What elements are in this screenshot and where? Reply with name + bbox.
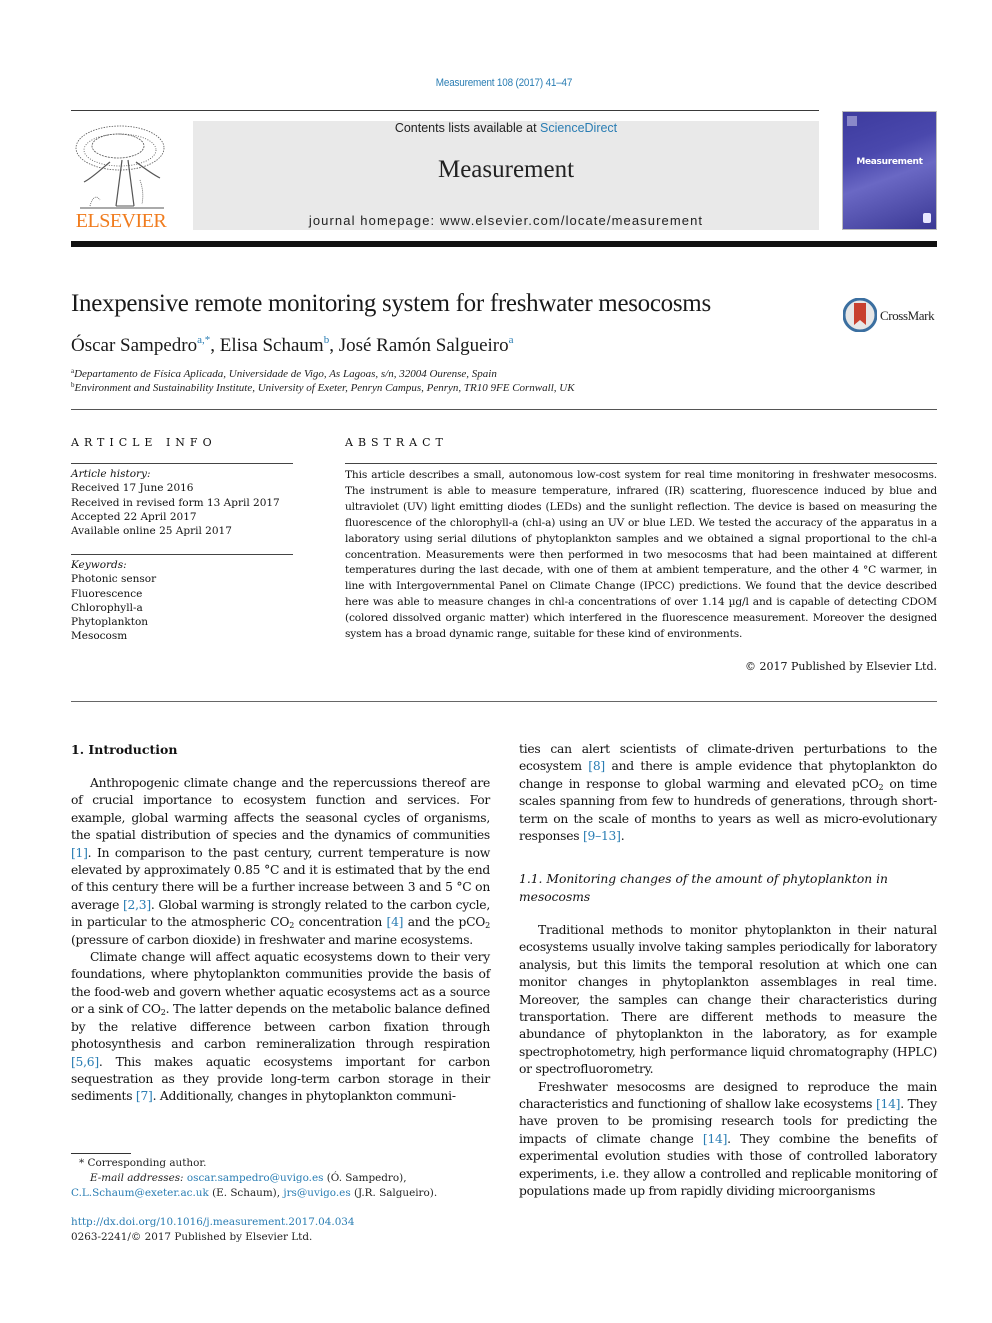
reference-link[interactable]: [8] [588,759,605,773]
author-affiliation-mark[interactable]: a [509,334,514,346]
history-item: Accepted 22 April 2017 [71,510,197,523]
email-link[interactable]: C.L.Schaum@exeter.ac.uk [71,1187,209,1199]
contents-prefix: Contents lists available at [394,121,541,135]
text: Freshwater mesocosms are designed to rep… [519,1079,937,1112]
journal-homepage[interactable]: journal homepage: www.elsevier.com/locat… [193,213,819,228]
doi-link[interactable]: http://dx.doi.org/10.1016/j.measurement.… [71,1215,490,1230]
reference-link[interactable]: [7] [136,1089,153,1103]
abstract-heading: ABSTRACT [345,436,448,449]
text: Anthropogenic climate change and the rep… [71,776,490,843]
section-rule [71,409,937,410]
email-link[interactable]: jrs@uvigo.es [283,1187,350,1199]
history-item: Received 17 June 2016 [71,482,194,495]
email-owner: (J.R. Salgueiro). [350,1187,438,1199]
contents-line: Contents lists available at ScienceDirec… [193,121,819,135]
header-thick-rule [71,241,937,247]
article-info-heading: ARTICLE INFO [71,436,217,449]
email-link[interactable]: oscar.sampedro@uvigo.es [187,1172,324,1184]
keywords: Keywords: Photonic sensor Fluorescence C… [71,558,156,644]
paragraph: Freshwater mesocosms are designed to rep… [519,1079,937,1201]
body-column-left: Anthropogenic climate change and the rep… [71,775,490,1106]
author-name[interactable]: Elisa Schaum [220,335,324,356]
cover-badge-icon [923,213,931,223]
history-item: Available online 25 April 2017 [71,525,232,538]
body-rule [71,701,937,702]
article-title: Inexpensive remote monitoring system for… [71,290,711,317]
affiliation-a: aDepartamento de Física Aplicada, Univer… [71,367,497,380]
footnote-rule [71,1153,131,1154]
history-item: Received in revised form 13 April 2017 [71,496,280,509]
journal-cover-image: Measurement [842,111,937,230]
author-affiliation-mark[interactable]: a,* [197,334,210,346]
keyword-item: Photonic sensor [71,573,157,586]
email-addresses: E-mail addresses: oscar.sampedro@uvigo.e… [71,1171,490,1201]
affiliation-b: bEnvironment and Sustainability Institut… [71,381,575,394]
affiliation-text: Departamento de Física Aplicada, Univers… [74,368,497,380]
reference-link[interactable]: [14] [876,1097,901,1111]
text: . Additionally, changes in phytoplankton… [152,1089,456,1104]
article-history: Article history: Received 17 June 2016 R… [71,467,280,538]
body-column-right: ties can alert scientists of climate-dri… [519,741,937,845]
crossmark-icon[interactable] [843,298,877,332]
author-affiliation-mark[interactable]: b [324,334,330,346]
reference-link[interactable]: [2,3] [123,898,151,912]
section-heading-introduction: 1. Introduction [71,742,178,757]
reference-link[interactable]: [14] [703,1132,728,1146]
elsevier-logo-text: ELSEVIER [75,210,167,232]
abstract-copyright: © 2017 Published by Elsevier Ltd. [744,660,937,673]
paragraph: Climate change will affect aquatic ecosy… [71,949,490,1106]
text: . [620,829,625,844]
cover-title: Measurement [856,157,923,167]
corresponding-author-note: * Corresponding author. [79,1157,207,1169]
keywords-rule [71,554,293,555]
paragraph: ties can alert scientists of climate-dri… [519,741,937,845]
paragraph: Traditional methods to monitor phytoplan… [519,923,937,1077]
cover-publisher-mark-icon [847,116,857,126]
author-list: Óscar Sampedroa,*, Elisa Schaumb, José R… [71,334,514,356]
journal-name: Measurement [437,156,575,183]
text: and the pCO [403,915,486,930]
keyword-item: Chlorophyll-a [71,601,143,614]
subscript: 2 [485,921,490,931]
reference-link[interactable]: [1] [71,846,88,860]
email-label: E-mail addresses: [90,1172,187,1184]
text: (pressure of carbon dioxide) in freshwat… [71,932,473,947]
reference-link[interactable]: [4] [387,915,404,929]
keyword-item: Fluorescence [71,587,143,600]
sciencedirect-link[interactable]: ScienceDirect [540,121,617,135]
keyword-item: Mesocosm [71,630,128,643]
affiliation-text: Environment and Sustainability Institute… [74,382,575,394]
header-rule [71,110,819,111]
subsection-heading: 1.1. Monitoring changes of the amount of… [519,872,888,904]
journal-citation-link[interactable]: Measurement 108 (2017) 41–47 [50,77,957,89]
keywords-label: Keywords: [71,559,127,571]
paragraph: Anthropogenic climate change and the rep… [71,775,490,949]
email-owner: (E. Schaum), [208,1187,284,1199]
abstract-text: This article describes a small, autonomo… [345,469,937,641]
crossmark-label[interactable]: CrossMark [880,308,935,324]
author-name[interactable]: Óscar Sampedro [71,335,197,356]
issn-line: 0263-2241/© 2017 Published by Elsevier L… [71,1231,313,1243]
body-column-right-2: Traditional methods to monitor phytoplan… [519,922,937,1201]
reference-link[interactable]: [9–13] [583,829,621,843]
reference-link[interactable]: [5,6] [71,1055,99,1069]
keyword-item: Phytoplankton [71,616,149,629]
article-history-label: Article history: [71,468,151,480]
article-info-rule [71,463,293,464]
author-name[interactable]: José Ramón Salgueiro [339,335,509,356]
text: concentration [294,915,387,930]
doi-url[interactable]: http://dx.doi.org/10.1016/j.measurement.… [71,1216,355,1228]
abstract-rule [345,463,937,464]
email-owner: (Ó. Sampedro), [323,1172,407,1184]
